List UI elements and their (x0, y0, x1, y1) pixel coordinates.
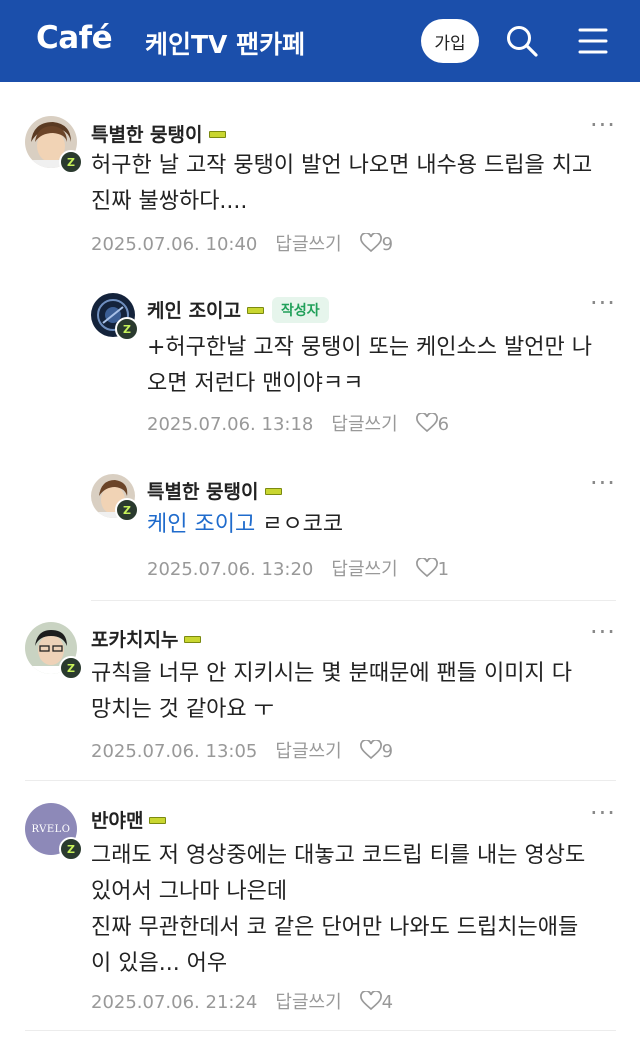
avatar[interactable]: Z (25, 116, 83, 174)
level-badge-icon: Z (115, 317, 139, 341)
comment-timestamp: 2025.07.06. 10:40 (91, 234, 258, 255)
divider (25, 780, 616, 781)
author-badge: 작성자 (272, 297, 329, 323)
cafe-logo[interactable]: Café (36, 20, 113, 56)
comment-nickname[interactable]: 반야맨 (91, 806, 167, 833)
like-count: 9 (381, 234, 394, 255)
mention-link[interactable]: 케인 조이고 (147, 512, 255, 537)
more-options-icon[interactable]: ··· (590, 471, 616, 495)
reply-button[interactable]: 답글쓰기 (331, 559, 397, 580)
comment-nickname[interactable]: 특별한 뭉탱이 (91, 120, 226, 147)
comment-timestamp: 2025.07.06. 13:05 (91, 741, 258, 762)
heart-icon[interactable] (359, 740, 382, 760)
comment-nickname[interactable]: 포카치지누 (91, 625, 202, 652)
app-header: Café 케인TV 팬카페 가입 (0, 0, 640, 82)
avatar-text: RVELO (31, 823, 71, 835)
join-button[interactable]: 가입 (421, 19, 479, 63)
reply-button[interactable]: 답글쓰기 (275, 741, 341, 762)
level-badge-icon: Z (59, 656, 83, 680)
comment-meta: 2025.07.06. 13:20 답글쓰기 1 (147, 555, 449, 581)
comment-meta: 2025.07.06. 13:18 답글쓰기 6 (147, 410, 449, 436)
avatar[interactable]: Z (91, 293, 139, 341)
reply-button[interactable]: 답글쓰기 (275, 992, 341, 1013)
comment-text: 허구한 날 고작 뭉탱이 발언 나오면 내수용 드립을 치고 진짜 불쌍하다..… (91, 153, 593, 214)
divider (91, 600, 616, 601)
reply-button[interactable]: 답글쓰기 (275, 234, 341, 255)
avatar[interactable]: Z (91, 474, 139, 522)
level-badge-icon: Z (59, 837, 83, 861)
comment-text: +허구한날 고작 뭉탱이 또는 케인소스 발언만 나 오면 저런다 맨이야ㅋㅋ (147, 335, 592, 396)
like-count: 6 (437, 414, 450, 435)
like-count: 4 (381, 992, 394, 1013)
comment-text: 규칙을 너무 안 지키시는 몇 분때문에 팬들 이미지 다 망치는 것 같아요 … (91, 661, 572, 722)
comment-timestamp: 2025.07.06. 13:18 (147, 414, 314, 435)
comment-meta: 2025.07.06. 10:40 답글쓰기 9 (91, 230, 393, 256)
more-options-icon[interactable]: ··· (590, 113, 616, 137)
comment-timestamp: 2025.07.06. 13:20 (147, 559, 314, 580)
heart-icon[interactable] (359, 991, 382, 1011)
member-level-icon (264, 487, 282, 495)
like-count: 1 (437, 559, 450, 580)
comment-nickname[interactable]: 케인 조이고 작성자 (147, 296, 329, 323)
member-level-icon (208, 130, 226, 138)
level-badge-icon: Z (115, 498, 139, 522)
comment-text: 그래도 저 영상중에는 대놓고 코드립 티를 내는 영상도 있어서 그나마 나은… (91, 843, 586, 976)
divider (25, 1030, 616, 1031)
level-badge-icon: Z (59, 150, 83, 174)
like-count: 9 (381, 741, 394, 762)
heart-icon[interactable] (415, 558, 438, 578)
member-level-icon (149, 816, 167, 824)
more-options-icon[interactable]: ··· (590, 291, 616, 315)
comment-text: 케인 조이고 ㄹㅇ코코 (147, 512, 344, 537)
more-options-icon[interactable]: ··· (590, 801, 616, 825)
avatar[interactable]: Z (25, 622, 83, 680)
comment-nickname[interactable]: 특별한 뭉탱이 (147, 477, 282, 504)
comment-timestamp: 2025.07.06. 21:24 (91, 992, 258, 1013)
comment-meta: 2025.07.06. 21:24 답글쓰기 4 (91, 988, 393, 1014)
heart-icon[interactable] (359, 233, 382, 253)
reply-button[interactable]: 답글쓰기 (331, 414, 397, 435)
member-level-icon (247, 306, 265, 314)
menu-icon[interactable] (576, 24, 610, 58)
comment-meta: 2025.07.06. 13:05 답글쓰기 9 (91, 737, 393, 763)
heart-icon[interactable] (415, 413, 438, 433)
member-level-icon (184, 635, 202, 643)
search-icon[interactable] (505, 24, 539, 58)
avatar[interactable]: RVELO Z (25, 803, 83, 861)
cafe-title[interactable]: 케인TV 팬카페 (145, 25, 305, 61)
more-options-icon[interactable]: ··· (590, 620, 616, 644)
